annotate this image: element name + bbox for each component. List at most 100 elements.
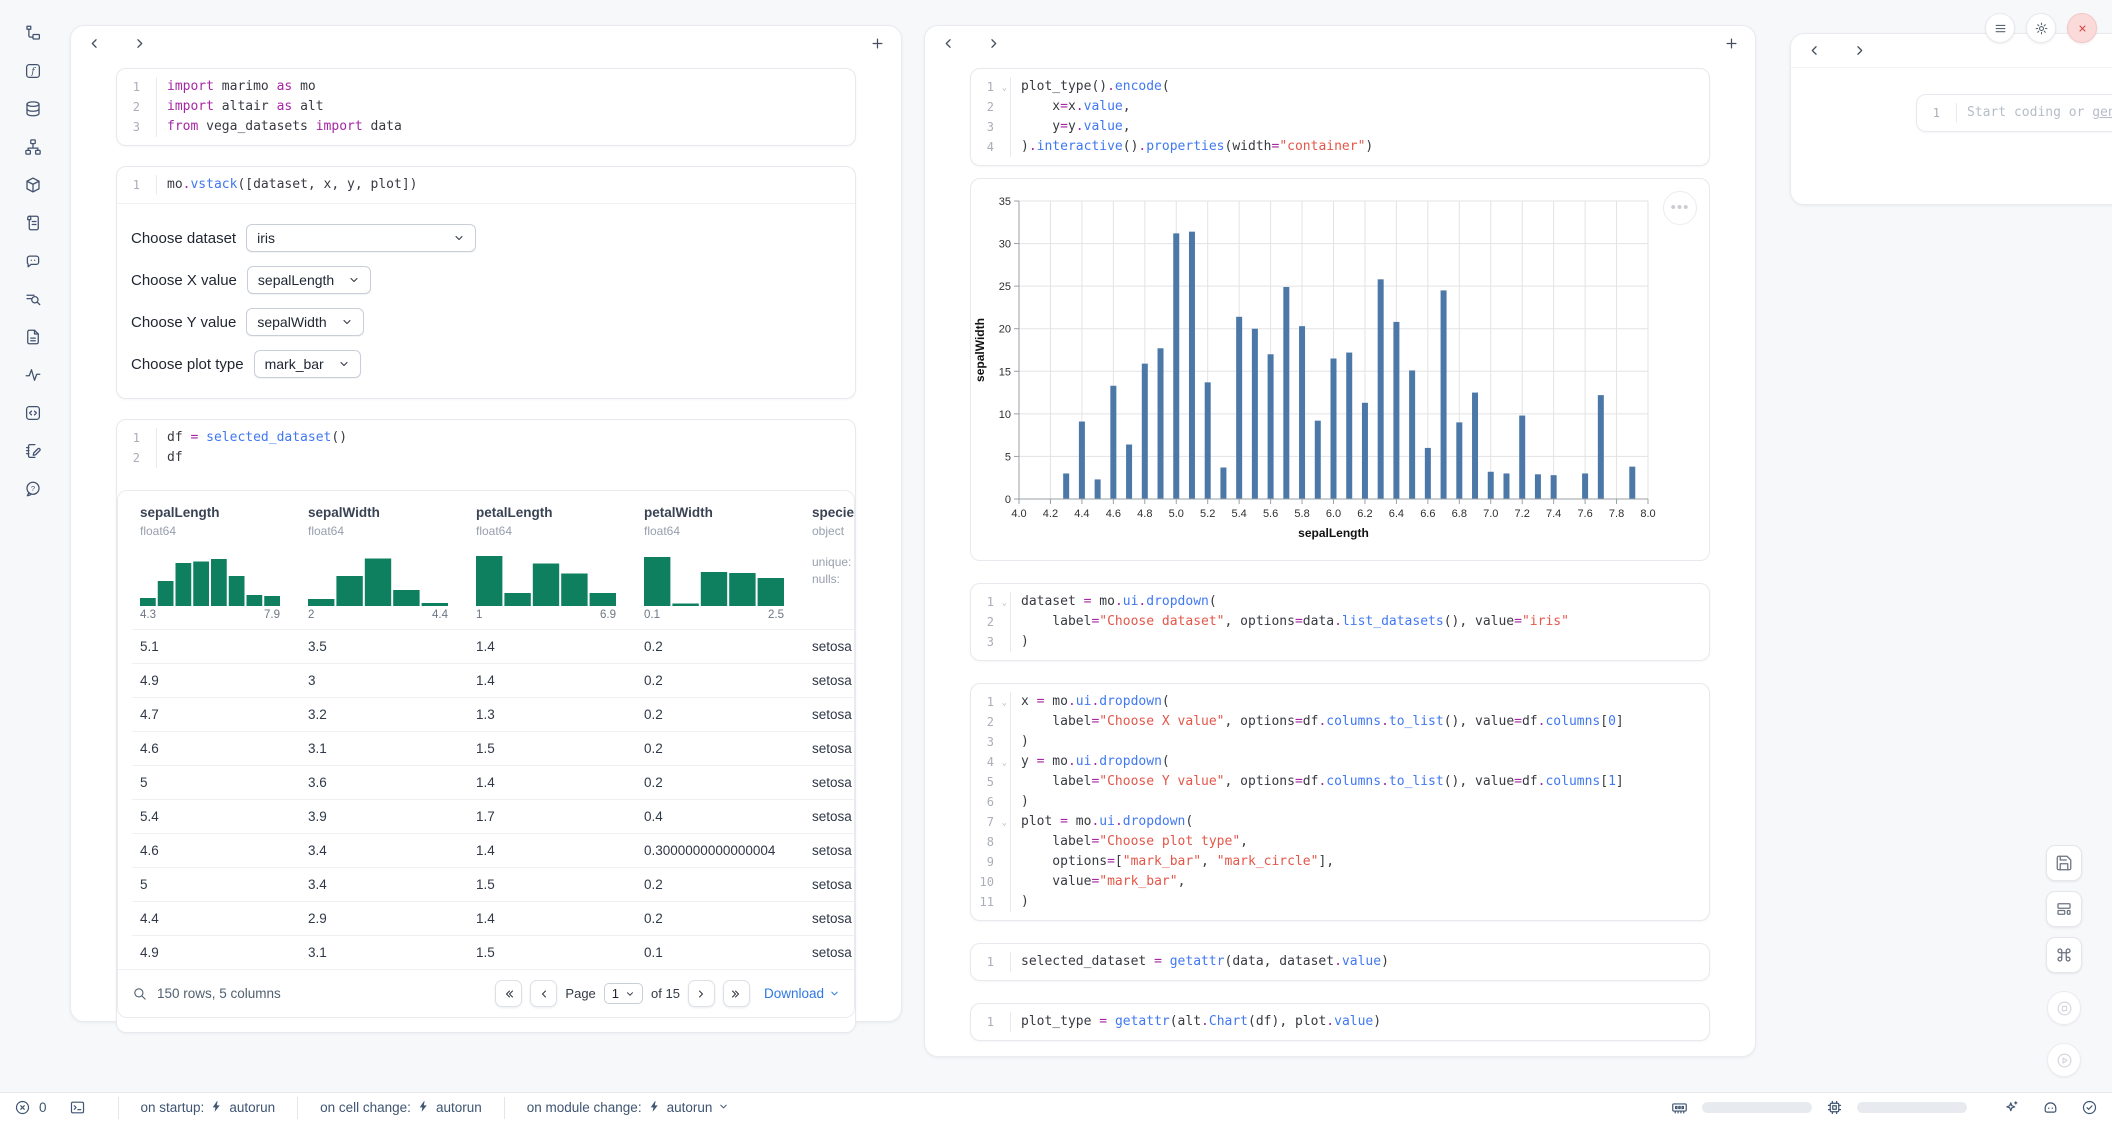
svg-text:0: 0 [1005, 494, 1011, 506]
svg-text:4.0: 4.0 [1011, 508, 1026, 520]
code-line: 2 x=x.value, [971, 97, 1709, 117]
code-editor[interactable]: 1df = selected_dataset()2df [117, 420, 855, 476]
svg-text:7.4: 7.4 [1546, 508, 1561, 520]
file-tree-icon[interactable] [24, 24, 42, 42]
save-button[interactable] [2046, 845, 2082, 881]
cell-plot[interactable]: 1⌄plot_type().encode(2 x=x.value,3 y=y.v… [970, 68, 1710, 166]
on-module-change-setting[interactable]: on module change: autorun [527, 1100, 730, 1116]
function-square-icon[interactable]: f [24, 62, 42, 80]
table-row[interactable]: 4.63.11.50.2setosa [132, 731, 854, 765]
cell-dataset-dropdown[interactable]: 1⌄dataset = mo.ui.dropdown(2 label="Choo… [970, 583, 1710, 661]
dataset-dropdown[interactable]: iris [246, 224, 476, 252]
table-cell: 3 [300, 664, 468, 697]
code-editor[interactable]: 1mo.vstack([dataset, x, y, plot]) [117, 167, 855, 203]
table-row[interactable]: 4.93.11.50.1setosa [132, 935, 854, 969]
activity-icon[interactable] [24, 366, 42, 384]
fold-icon[interactable]: ⌄ [1002, 693, 1007, 713]
database-icon[interactable] [24, 100, 42, 118]
chart-options-button[interactable]: ••• [1663, 191, 1697, 225]
column-histogram [140, 554, 280, 606]
table-row[interactable]: 53.41.50.2setosa [132, 867, 854, 901]
snippets-icon[interactable] [24, 328, 42, 346]
on-cell-change-setting[interactable]: on cell change: autorun [320, 1100, 482, 1116]
cell-vstack[interactable]: 1mo.vstack([dataset, x, y, plot]) Choose… [116, 166, 856, 399]
collapse-right-icon[interactable] [1852, 43, 1867, 58]
terminal-button[interactable] [69, 1099, 86, 1116]
collapse-left-icon[interactable] [1807, 43, 1822, 58]
fold-icon[interactable]: ⌄ [1002, 753, 1007, 773]
generate-with-ai-link[interactable]: generate [2092, 105, 2112, 120]
close-panel-button[interactable] [2067, 13, 2097, 43]
plot-type-dropdown[interactable]: mark_bar [254, 350, 361, 378]
next-page-button[interactable] [688, 980, 715, 1007]
download-button[interactable]: Download [764, 986, 840, 1001]
dependency-graph-icon[interactable] [24, 138, 42, 156]
column-header-sepalLength[interactable]: sepalLengthfloat644.37.9 [132, 503, 300, 629]
search-icon[interactable] [132, 986, 147, 1001]
code-editor[interactable]: 1⌄plot_type().encode(2 x=x.value,3 y=y.v… [971, 69, 1709, 165]
add-cell-button[interactable] [870, 36, 885, 51]
code-placeholder[interactable]: Start coding or generate with [1957, 103, 2112, 123]
copilot-icon[interactable] [2042, 1099, 2059, 1116]
code-editor[interactable]: 1selected_dataset = getattr(data, datase… [971, 944, 1709, 980]
fold-icon[interactable]: ⌄ [1002, 593, 1007, 613]
collapse-left-icon[interactable] [87, 36, 102, 51]
layout-button[interactable] [2046, 891, 2082, 927]
log-search-icon[interactable] [24, 290, 42, 308]
x-value-dropdown[interactable]: sepalLength [247, 266, 371, 294]
cell-xy-plot-dropdowns[interactable]: 1⌄x = mo.ui.dropdown(2 label="Choose X v… [970, 683, 1710, 921]
table-cell: 3.1 [300, 936, 468, 969]
column-header-species[interactable]: speciesobjectunique:nulls: [804, 503, 854, 629]
table-row[interactable]: 53.61.40.2setosa [132, 765, 854, 799]
fold-icon[interactable]: ⌄ [1002, 813, 1007, 833]
cell-imports[interactable]: 1import marimo as mo2import altair as al… [116, 68, 856, 146]
column-header-petalWidth[interactable]: petalWidthfloat640.12.5 [636, 503, 804, 629]
svg-text:35: 35 [999, 196, 1011, 208]
connection-status-icon[interactable] [2081, 1099, 2098, 1116]
svg-text:6.0: 6.0 [1326, 508, 1341, 520]
help-icon[interactable]: ? [24, 480, 42, 498]
cell-dataframe[interactable]: 1df = selected_dataset()2df sepalLengthf… [116, 419, 856, 1033]
package-icon[interactable] [24, 176, 42, 194]
fold-icon[interactable]: ⌄ [1002, 78, 1007, 98]
run-button[interactable] [2047, 1043, 2081, 1077]
ai-sparkles-button[interactable] [2003, 1099, 2020, 1116]
table-row[interactable]: 4.42.91.40.2setosa [132, 901, 854, 935]
page-number-select[interactable]: 1 [604, 983, 643, 1004]
table-row[interactable]: 4.931.40.2setosa [132, 663, 854, 697]
on-startup-setting[interactable]: on startup: autorun [141, 1100, 276, 1116]
code-line: 3) [971, 732, 1709, 752]
y-value-dropdown[interactable]: sepalWidth [246, 308, 363, 336]
code-editor[interactable]: 1import marimo as mo2import altair as al… [117, 69, 855, 145]
cell-selected-dataset[interactable]: 1selected_dataset = getattr(data, datase… [970, 943, 1710, 981]
code-editor[interactable]: 1⌄x = mo.ui.dropdown(2 label="Choose X v… [971, 684, 1709, 920]
cell-plot-type[interactable]: 1plot_type = getattr(alt.Chart(df), plot… [970, 1003, 1710, 1041]
code-editor[interactable]: 1⌄dataset = mo.ui.dropdown(2 label="Choo… [971, 584, 1709, 660]
last-page-button[interactable] [723, 980, 750, 1007]
first-page-button[interactable] [495, 980, 522, 1007]
keyboard-shortcuts-button[interactable] [2046, 937, 2082, 973]
add-cell-button[interactable] [1724, 36, 1739, 51]
column-header-petalLength[interactable]: petalLengthfloat6416.9 [468, 503, 636, 629]
code-block-icon[interactable] [24, 404, 42, 422]
collapse-right-icon[interactable] [986, 36, 1001, 51]
script-icon[interactable] [24, 214, 42, 232]
collapse-right-icon[interactable] [132, 36, 147, 51]
menu-button[interactable] [1985, 13, 2015, 43]
altair-bar-chart[interactable]: 4.04.24.44.64.85.05.25.45.65.86.06.26.46… [971, 185, 1711, 555]
chat-bot-icon[interactable] [24, 252, 42, 270]
table-row[interactable]: 4.63.41.40.3000000000000004setosa [132, 833, 854, 867]
empty-cell[interactable]: 1 Start coding or generate with [1916, 94, 2112, 132]
errors-button[interactable] [14, 1099, 31, 1116]
column-header-sepalWidth[interactable]: sepalWidthfloat6424.4 [300, 503, 468, 629]
table-row[interactable]: 4.73.21.30.2setosa [132, 697, 854, 731]
collapse-left-icon[interactable] [941, 36, 956, 51]
stop-button[interactable] [2047, 991, 2081, 1025]
table-row[interactable]: 5.43.91.70.4setosa [132, 799, 854, 833]
settings-button[interactable] [2026, 13, 2056, 43]
code-editor[interactable]: 1plot_type = getattr(alt.Chart(df), plot… [971, 1004, 1709, 1040]
table-row[interactable]: 5.13.51.40.2setosa [132, 629, 854, 663]
table-cell: 0.2 [636, 698, 804, 731]
scratchpad-icon[interactable] [24, 442, 42, 460]
prev-page-button[interactable] [530, 980, 557, 1007]
